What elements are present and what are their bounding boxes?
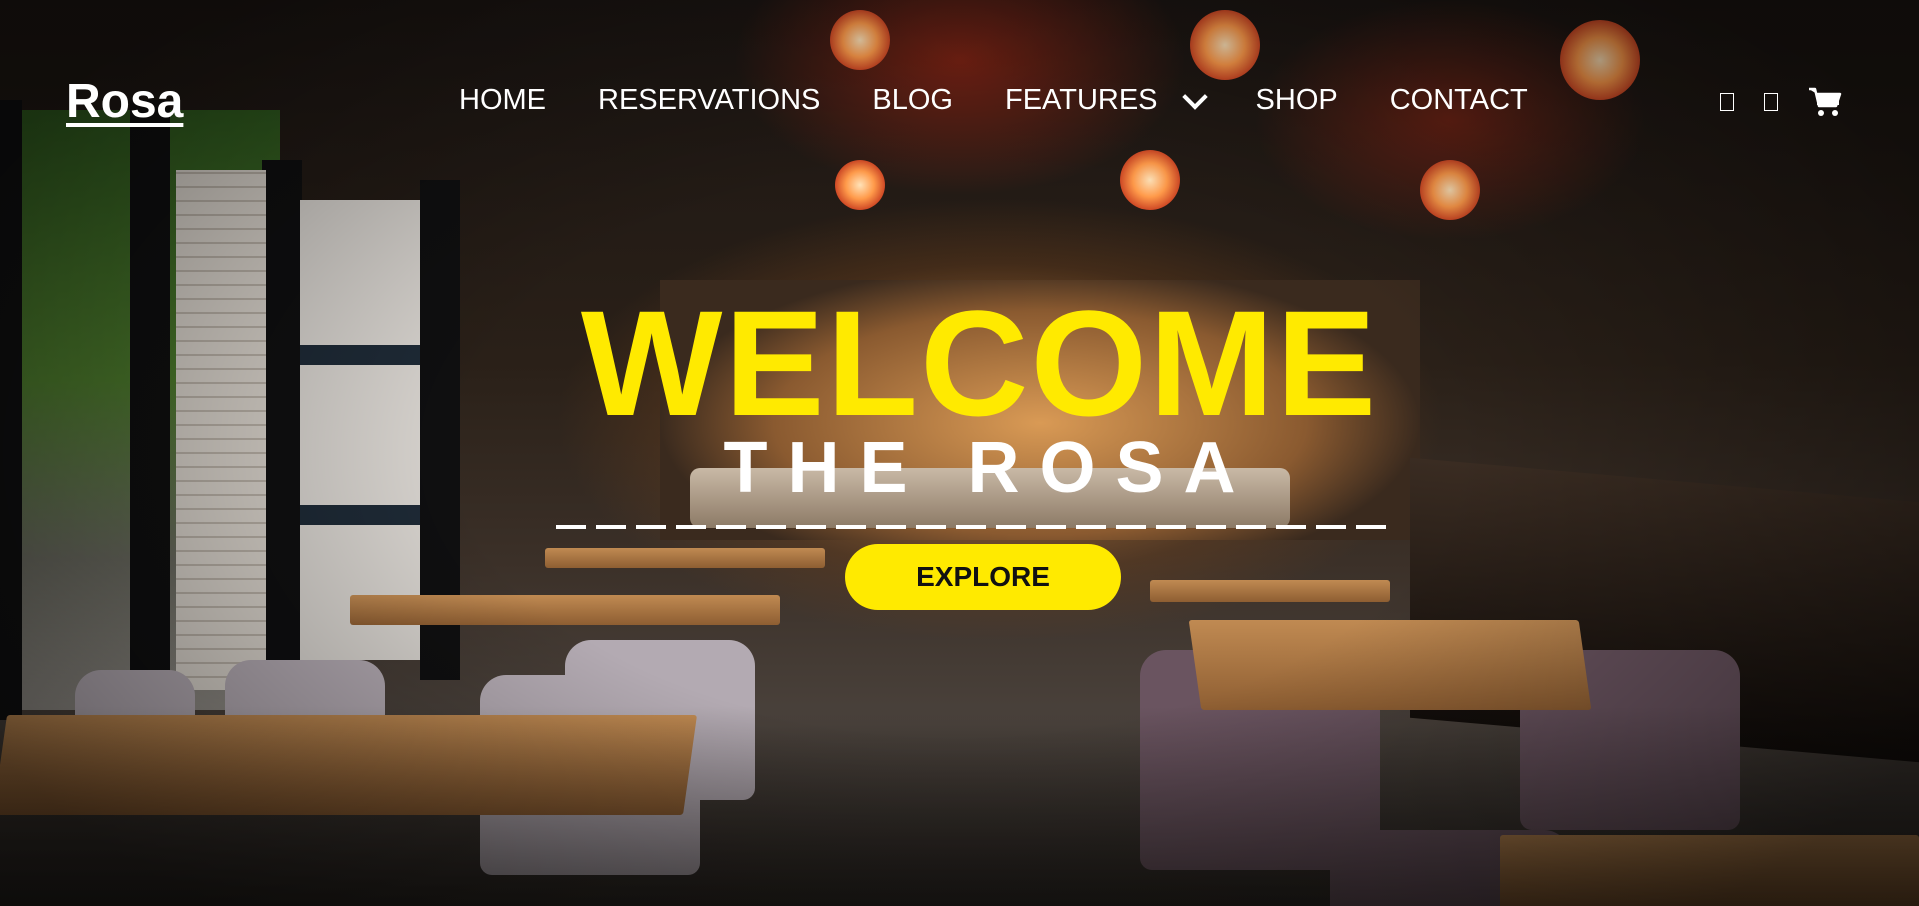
nav-item-contact[interactable]: CONTACT [1390, 84, 1528, 117]
chevron-down-icon[interactable] [1181, 83, 1208, 110]
cart-icon[interactable] [1808, 86, 1842, 118]
hero-title: WELCOME [580, 279, 1379, 447]
main-navigation: Rosa HOME RESERVATIONS BLOG FEATURES SHO… [0, 0, 1919, 200]
nav-item-blog[interactable]: BLOG [872, 84, 953, 117]
explore-button[interactable]: EXPLORE [845, 544, 1121, 610]
search-icon[interactable] [1720, 93, 1734, 111]
nav-item-shop[interactable]: SHOP [1256, 84, 1338, 117]
nav-icon-group [1720, 86, 1842, 118]
nav-item-features-label: FEATURES [1004, 84, 1158, 116]
user-icon[interactable] [1764, 93, 1778, 111]
nav-item-features[interactable]: FEATURES [1004, 83, 1208, 117]
nav-item-reservations[interactable]: RESERVATIONS [598, 84, 820, 117]
hero-subtitle: THE ROSA [723, 428, 1256, 508]
hero-section: Rosa HOME RESERVATIONS BLOG FEATURES SHO… [0, 0, 1919, 906]
brand-logo[interactable]: Rosa [66, 74, 183, 129]
nav-menu: HOME RESERVATIONS BLOG FEATURES SHOP CON… [459, 83, 1528, 117]
nav-item-home[interactable]: HOME [459, 84, 546, 117]
dashed-divider [556, 525, 1396, 529]
